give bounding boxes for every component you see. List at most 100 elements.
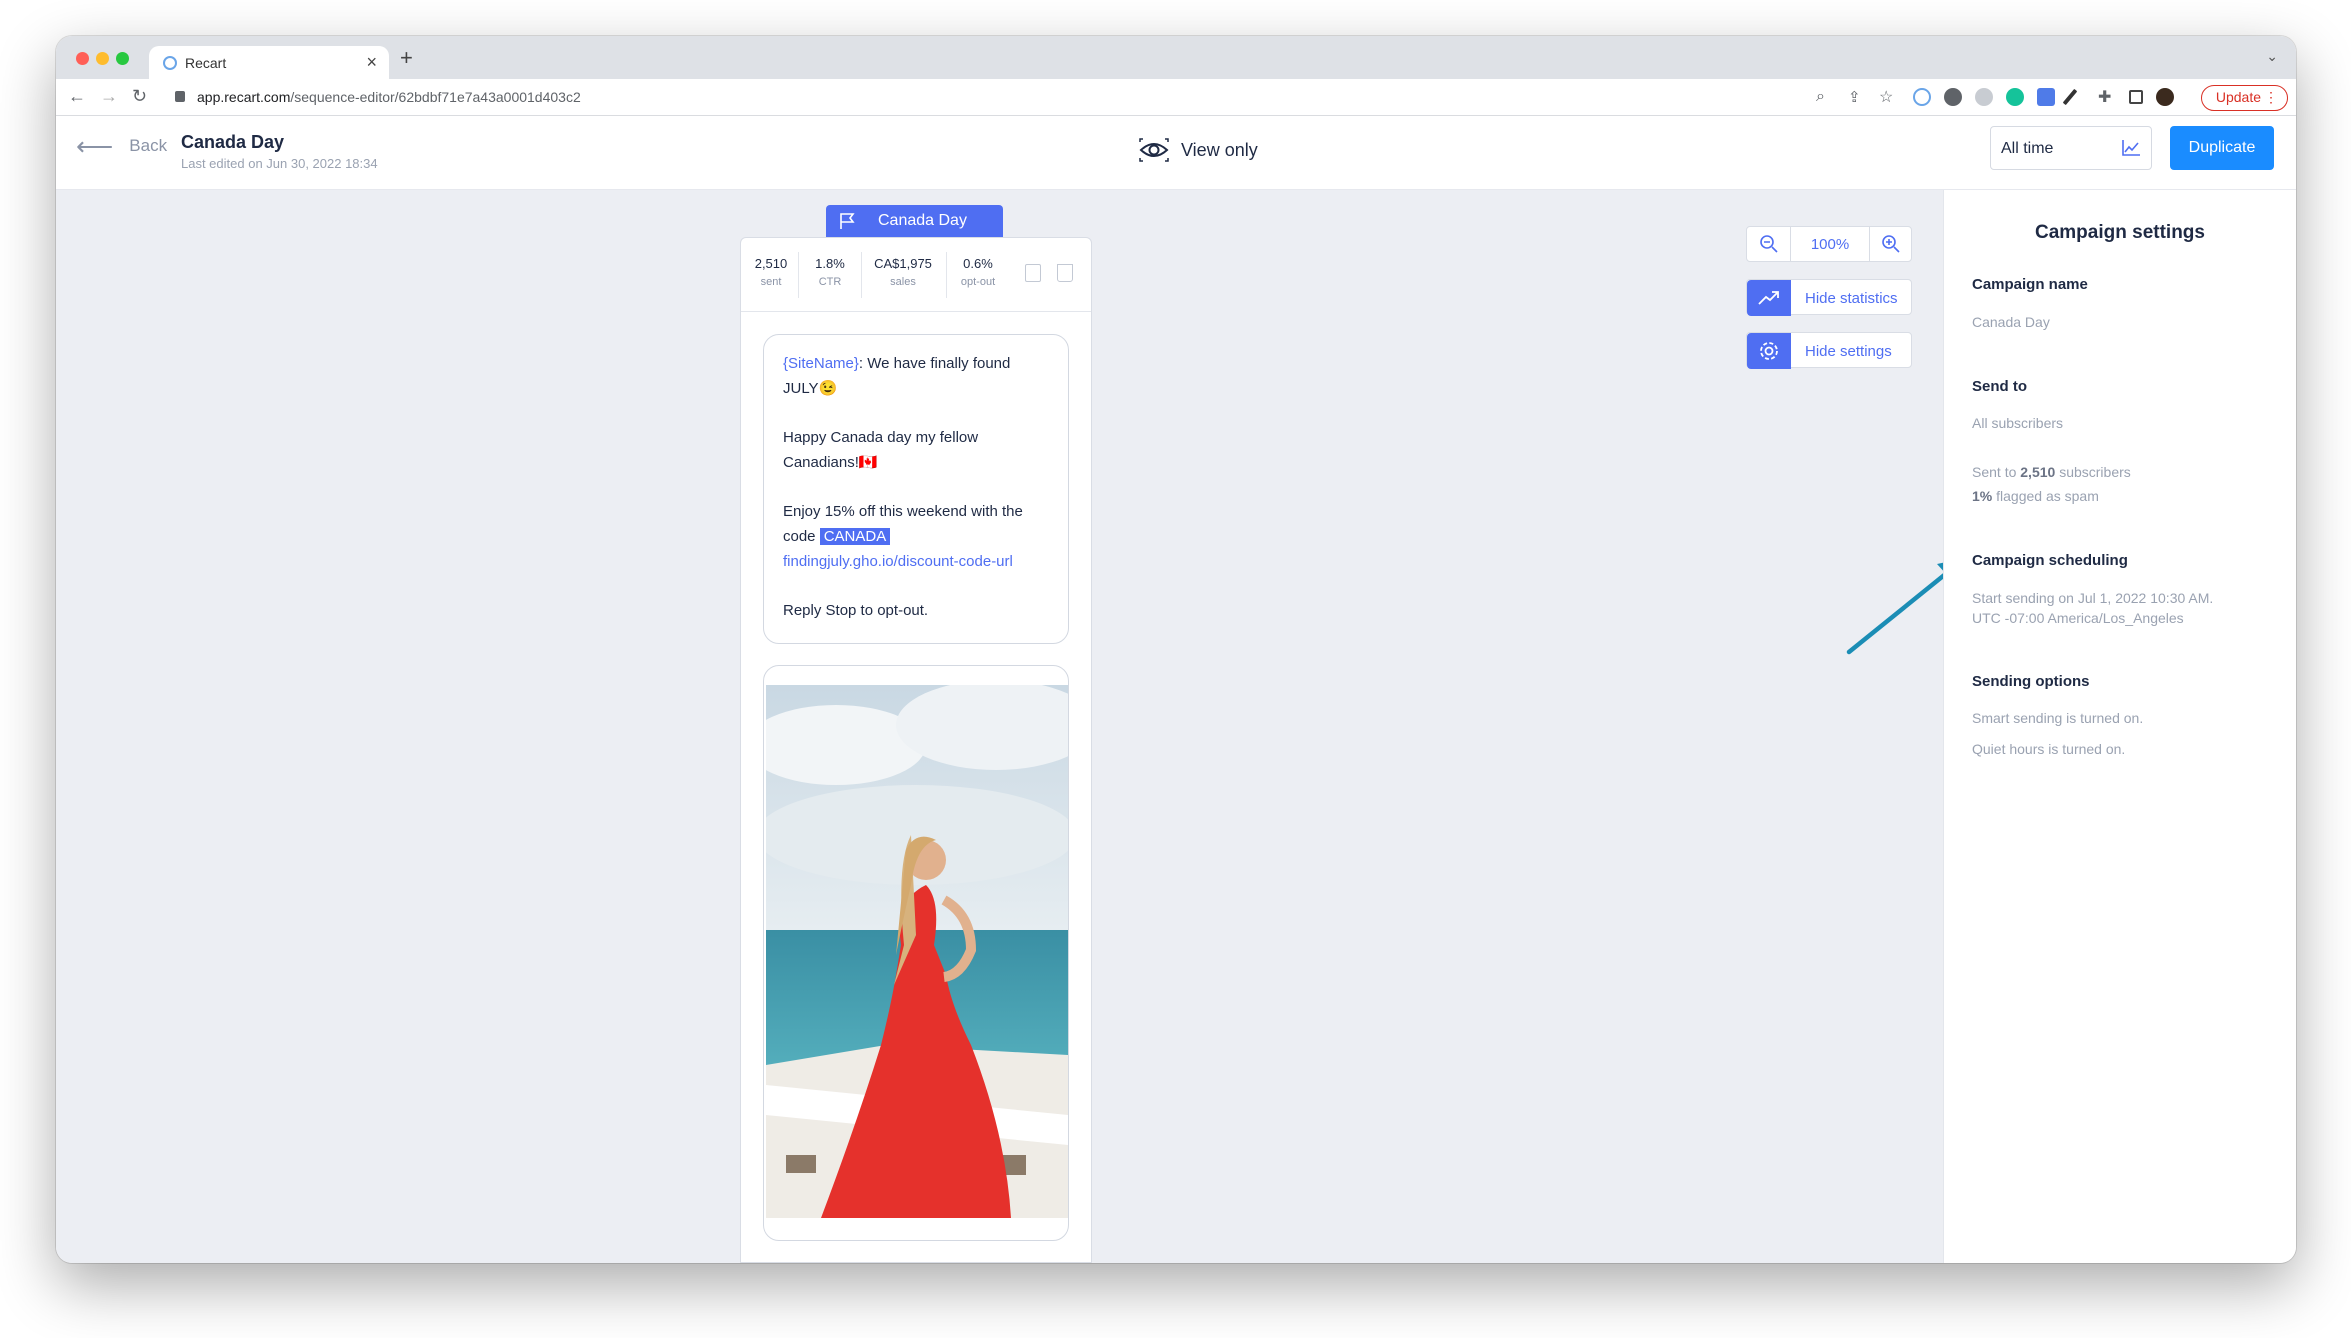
zoom-out-icon	[1760, 235, 1778, 253]
forward-arrow-icon[interactable]: →	[100, 86, 118, 107]
campaign-name-label: Campaign name	[1972, 276, 2088, 293]
campaign-name-value: Canada Day	[1972, 314, 2050, 330]
address-bar: ← → ↻ app.recart.com/sequence-editor/62b…	[56, 79, 2296, 116]
message-card: 2,510 sent 1.8% CTR CA$1,975 sales 0.6% …	[740, 237, 1092, 1263]
optout-line: Reply Stop to opt-out.	[783, 602, 929, 619]
send-to-value: All subscribers	[1972, 415, 2064, 431]
browser-window: Recart × + ⌄ ← → ↻ app.recart.com/sequen…	[56, 36, 2296, 1263]
flag-icon	[840, 213, 855, 229]
reload-icon[interactable]: ↻	[132, 86, 147, 107]
stat-value: CA$1,975	[874, 256, 932, 271]
stat-value: 2,510	[754, 256, 788, 271]
divider	[946, 252, 947, 298]
stat-label: CTR	[818, 276, 842, 288]
stat-label: opt-out	[960, 276, 996, 288]
sms-message-bubble: {SiteName}: We have finally found JULY😉 …	[763, 334, 1069, 644]
discount-link[interactable]: findingjuly.gho.io/discount-code-url	[783, 549, 1049, 574]
message-line: {SiteName}: We have finally found JULY😉	[783, 351, 1049, 401]
send-to-label: Send to	[1972, 378, 2027, 395]
woman-red-dress-photo	[766, 685, 1068, 1218]
browser-tab[interactable]: Recart ×	[149, 46, 389, 79]
stat-value: 0.6%	[963, 256, 993, 271]
extensions-puzzle-icon[interactable]: ✚	[2098, 87, 2111, 107]
message-line: Happy Canada day my fellow Canadians!🇨🇦	[783, 429, 979, 471]
extension-icon[interactable]	[1944, 88, 1962, 106]
back-label: Back	[129, 136, 168, 155]
sequence-canvas[interactable]: Canada Day 2,510 sent 1.8% CTR CA$1,975 …	[56, 190, 1965, 1263]
panel-title: Campaign settings	[2035, 222, 2205, 243]
sending-options-label: Sending options	[1972, 673, 2090, 690]
chart-icon	[2122, 140, 2140, 156]
campaign-flag-label[interactable]: Canada Day	[826, 205, 1003, 237]
url-field[interactable]: app.recart.com/sequence-editor/62bdbf71e…	[197, 89, 581, 105]
recart-extension-icon[interactable]	[1913, 88, 1931, 106]
stat-sales: CA$1,975 sales	[866, 256, 940, 288]
trash-icon[interactable]	[1057, 264, 1073, 282]
zoom-level: 100%	[1810, 236, 1850, 253]
campaign-settings-panel: Campaign settings Campaign name Canada D…	[1943, 190, 2296, 1263]
divider	[861, 252, 862, 298]
hide-statistics-button[interactable]: Hide statistics	[1746, 279, 1912, 316]
eye-icon	[1139, 138, 1169, 162]
sitename-tag: {SiteName}	[783, 355, 859, 372]
scheduling-start: Start sending on Jul 1, 2022 10:30 AM.	[1972, 590, 2214, 606]
trend-icon	[1747, 280, 1791, 316]
scheduling-timezone: UTC -07:00 America/Los_Angeles	[1972, 610, 2184, 626]
lock-icon	[175, 91, 185, 102]
stat-value: 1.8%	[815, 256, 845, 271]
extension-icon[interactable]	[1975, 88, 1993, 106]
hide-statistics-label: Hide statistics	[1805, 290, 1898, 307]
flag-text: Canada Day	[878, 212, 967, 229]
message-stats: 2,510 sent 1.8% CTR CA$1,975 sales 0.6% …	[741, 238, 1091, 312]
tab-title: Recart	[185, 55, 227, 71]
update-button[interactable]: Update ⋮	[2200, 85, 2288, 111]
copy-icon[interactable]	[1025, 264, 1041, 282]
view-only-label: View only	[1181, 139, 1258, 160]
view-only-indicator: View only	[1139, 138, 1258, 162]
new-tab-icon[interactable]: +	[400, 45, 413, 71]
stat-optout: 0.6% opt-out	[951, 256, 1005, 288]
zoom-out-button[interactable]	[1747, 227, 1791, 261]
duplicate-button[interactable]: Duplicate	[2170, 126, 2274, 170]
tab-search-chevron-icon[interactable]: ⌄	[2266, 48, 2278, 65]
grammarly-icon[interactable]	[2006, 88, 2024, 106]
bookmark-star-icon[interactable]: ☆	[1879, 87, 1893, 107]
date-range-select[interactable]: All time	[1990, 126, 2152, 170]
message-line: Enjoy 15% off this weekend with the code…	[783, 499, 1049, 549]
stat-sent: 2,510 sent	[751, 256, 791, 288]
stat-ctr: 1.8% CTR	[805, 256, 855, 288]
tab-bar: Recart × + ⌄	[56, 36, 2296, 79]
back-arrow-icon: ⟵	[76, 131, 114, 161]
share-icon[interactable]: ⇪	[1848, 88, 1861, 106]
page-title: Canada Day	[181, 132, 285, 152]
side-panel-icon[interactable]	[2129, 90, 2143, 104]
close-window-dot[interactable]	[76, 52, 89, 65]
discount-code-highlight: CANADA	[819, 528, 891, 545]
message-text: Enjoy 15% off this weekend with the code	[783, 503, 1023, 545]
sent-count-text: Sent to 2,510 subscribers	[1972, 464, 2131, 480]
stat-label: sales	[890, 276, 916, 288]
mms-image-bubble	[763, 665, 1069, 1241]
divider	[798, 252, 799, 298]
scheduling-label: Campaign scheduling	[1972, 552, 2128, 569]
pen-icon[interactable]	[2062, 88, 2078, 106]
hide-settings-button[interactable]: Hide settings	[1746, 332, 1912, 369]
close-tab-icon[interactable]: ×	[366, 52, 377, 73]
spam-rate-text: 1% flagged as spam	[1972, 488, 2099, 504]
gear-icon	[1747, 333, 1791, 369]
back-link[interactable]: ⟵ Back	[76, 131, 168, 161]
quiet-hours-status: Quiet hours is turned on.	[1972, 741, 2126, 757]
zoom-in-icon	[1882, 235, 1900, 253]
hide-settings-label: Hide settings	[1805, 343, 1892, 360]
zoom-controls: 100%	[1746, 226, 1912, 262]
minimize-window-dot[interactable]	[96, 52, 109, 65]
profile-avatar[interactable]	[2156, 88, 2174, 106]
maximize-window-dot[interactable]	[116, 52, 129, 65]
zoom-page-icon[interactable]: ⌕	[1816, 88, 1825, 106]
back-arrow-icon[interactable]: ←	[68, 86, 86, 107]
last-edited: Last edited on Jun 30, 2022 18:34	[181, 156, 378, 171]
translate-icon[interactable]	[2037, 88, 2055, 106]
zoom-in-button[interactable]	[1869, 227, 1913, 261]
date-range-label: All time	[2001, 140, 2054, 157]
stat-label: sent	[760, 276, 782, 288]
